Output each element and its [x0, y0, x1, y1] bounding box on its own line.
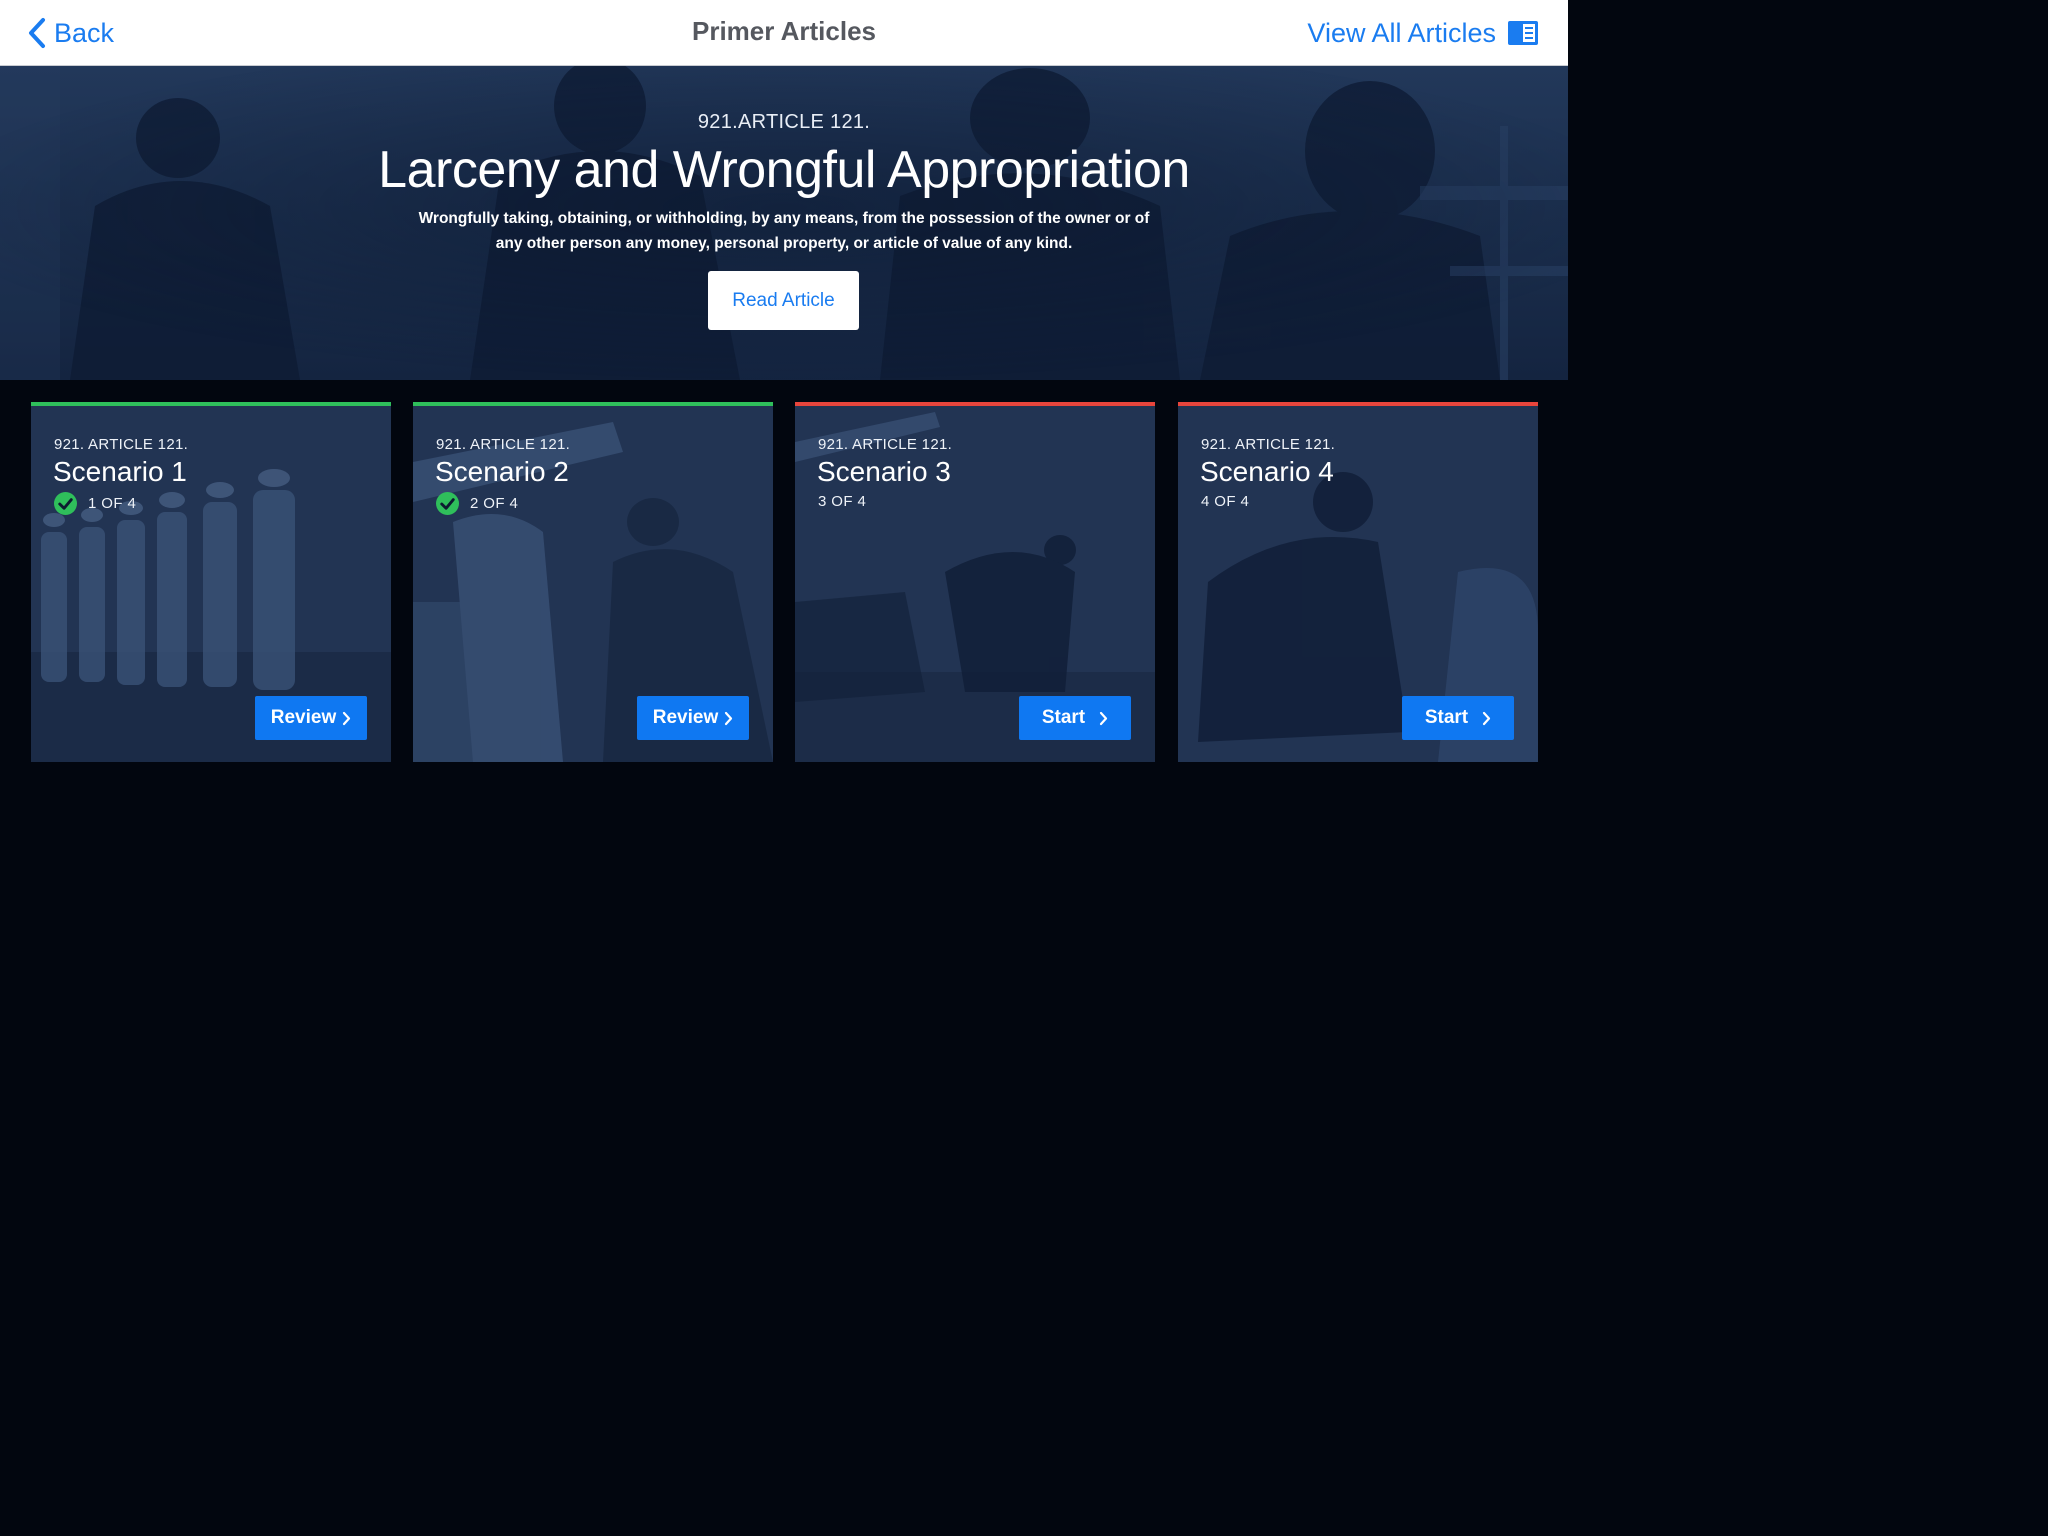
scenario-article-number: 921. ARTICLE 121.: [54, 436, 189, 453]
view-all-articles-label: View All Articles: [1307, 17, 1496, 48]
start-button[interactable]: Start: [1402, 696, 1514, 740]
scenario-article-number: 921. ARTICLE 121.: [818, 436, 953, 453]
status-bar: [31, 402, 391, 406]
chevron-right-icon: [343, 711, 351, 725]
scenario-title: Scenario 2: [435, 456, 569, 487]
scenario-title: Scenario 3: [817, 456, 951, 487]
chevron-right-icon: [725, 711, 733, 725]
status-bar: [1178, 402, 1538, 406]
scenario-progress: 2 OF 4: [436, 492, 518, 515]
start-button-label: Start: [1424, 707, 1469, 728]
scenario-progress-label: 3 OF 4: [818, 493, 867, 510]
scenario-card-1[interactable]: 921. ARTICLE 121. Scenario 1 1 OF 4 Revi…: [31, 402, 391, 762]
chevron-right-icon: [1483, 711, 1491, 725]
status-bar: [413, 402, 773, 406]
check-circle-icon: [436, 492, 459, 515]
hero-description: Wrongfully taking, obtaining, or withhol…: [418, 210, 1150, 252]
hero-article-number: 921.ARTICLE 121.: [697, 111, 871, 133]
scenario-card-2[interactable]: 921. ARTICLE 121. Scenario 2 2 OF 4 Revi…: [413, 402, 773, 762]
article-hero: 921.ARTICLE 121. Larceny and Wrongful Ap…: [0, 66, 1568, 380]
scenario-progress-label: 2 OF 4: [470, 495, 519, 512]
review-button[interactable]: Review: [637, 696, 749, 740]
scenario-progress-label: 4 OF 4: [1201, 493, 1250, 510]
start-button-label: Start: [1041, 707, 1086, 728]
review-button[interactable]: Review: [255, 696, 367, 740]
scenario-article-number: 921. ARTICLE 121.: [1201, 436, 1336, 453]
status-bar: [795, 402, 1155, 406]
review-button-label: Review: [652, 707, 719, 728]
navigation-bar: Back Primer Articles View All Articles: [0, 0, 1568, 66]
scenario-title: Scenario 4: [1200, 456, 1334, 487]
scenario-progress: 1 OF 4: [54, 492, 136, 515]
scenario-progress-label: 1 OF 4: [88, 495, 137, 512]
chevron-right-icon: [1100, 711, 1108, 725]
start-button[interactable]: Start: [1019, 696, 1131, 740]
scenario-card-3[interactable]: 921. ARTICLE 121. Scenario 3 3 OF 4 Star…: [795, 402, 1155, 762]
scenario-card-4[interactable]: 921. ARTICLE 121. Scenario 4 4 OF 4 Star…: [1178, 402, 1538, 762]
scenario-progress: 4 OF 4: [1201, 493, 1249, 510]
view-all-articles-button[interactable]: View All Articles: [1307, 14, 1538, 52]
hero-title: Larceny and Wrongful Appropriation: [378, 141, 1190, 199]
sidebar-list-icon: [1508, 21, 1538, 45]
scenario-title: Scenario 1: [53, 456, 187, 487]
scenario-progress: 3 OF 4: [818, 493, 866, 510]
review-button-label: Review: [270, 707, 337, 728]
check-circle-icon: [54, 492, 77, 515]
scenario-article-number: 921. ARTICLE 121.: [436, 436, 571, 453]
read-article-button[interactable]: Read Article: [708, 271, 859, 330]
